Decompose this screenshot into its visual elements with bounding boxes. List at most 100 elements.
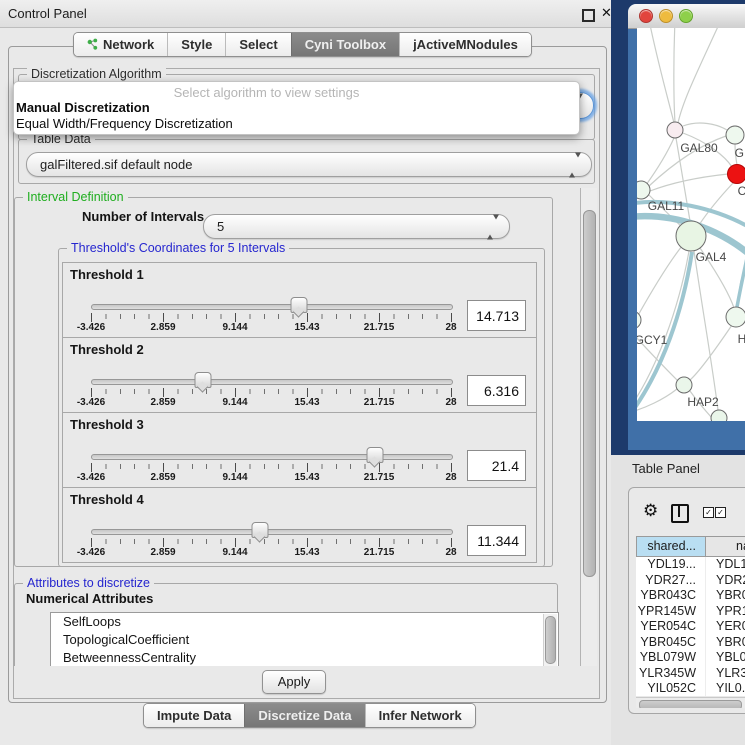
network-node-g[interactable]	[726, 126, 744, 144]
network-graph: GAL80G.CGAL11GAL4GCY1HHAP2	[637, 28, 745, 421]
cell-name[interactable]: YPR1...	[706, 604, 745, 620]
network-node[interactable]	[711, 410, 727, 421]
dropdown-option-equal-width-frequency[interactable]: Equal Width/Frequency Discretization	[16, 116, 233, 131]
cell-name[interactable]: YER0...	[706, 619, 745, 635]
node-attribute-table: shared... na... YDL19...YDL1...YDR27...Y…	[636, 536, 745, 708]
network-node-c[interactable]	[728, 165, 745, 184]
numerical-attributes-list[interactable]: SelfLoopsTopologicalCoefficientBetweenne…	[50, 612, 559, 666]
column-header-shared-name[interactable]: shared...	[636, 536, 706, 557]
zoom-traffic-light-icon[interactable]	[679, 9, 693, 23]
gear-icon[interactable]: ⚙	[643, 501, 658, 521]
threshold-1-slider-track[interactable]	[91, 304, 453, 310]
tab-network[interactable]: Network	[74, 33, 167, 56]
checkbox-icon[interactable]: ✓	[715, 507, 726, 518]
column-header-name[interactable]: na...	[706, 536, 745, 557]
cell-shared-name[interactable]: YBR045C	[636, 635, 706, 651]
slider-minor-ticks	[91, 314, 452, 319]
cell-shared-name[interactable]: YLR345W	[636, 666, 706, 682]
network-node-gal4[interactable]	[676, 221, 706, 251]
table-row[interactable]: YDR27...YDR2...	[636, 573, 745, 589]
threshold-2-slider-track[interactable]	[91, 379, 453, 385]
minimize-traffic-light-icon[interactable]	[659, 9, 673, 23]
apply-button[interactable]: Apply	[262, 670, 326, 694]
cell-shared-name[interactable]: YPR145W	[636, 604, 706, 620]
threshold-2-value-field[interactable]: 6.316	[467, 375, 526, 406]
tab-select[interactable]: Select	[225, 33, 290, 56]
network-edge	[637, 246, 682, 328]
network-node-hap2[interactable]	[676, 377, 692, 393]
table-row[interactable]: YER054CYER0...	[636, 619, 745, 635]
cell-shared-name[interactable]: YIL052C	[636, 681, 706, 696]
cell-name[interactable]: YLR3...	[706, 666, 745, 682]
slider-tick-label: -3.426	[61, 322, 121, 333]
table-data-combobox[interactable]: galFiltered.sif default node	[26, 152, 592, 177]
table-hscrollbar-thumb[interactable]	[639, 700, 742, 709]
slider-major-tick	[235, 463, 236, 472]
network-node-gcy1[interactable]	[637, 311, 641, 329]
float-window-button[interactable]	[582, 9, 595, 22]
tab-infer-network[interactable]: Infer Network	[365, 704, 475, 727]
table-row[interactable]: YIL052CYIL0...	[636, 681, 745, 696]
table-row[interactable]: YBL079WYBL0...	[636, 650, 745, 666]
slider-major-tick	[379, 463, 380, 472]
cell-name[interactable]: YIL0...	[706, 681, 745, 696]
threshold-panel-3: Threshold 3-3.4262.8599.14415.4321.71528…	[62, 412, 537, 488]
slider-tick-label: 15.43	[277, 397, 337, 408]
table-row[interactable]: YPR145WYPR1...	[636, 604, 745, 620]
attributes-scrollbar[interactable]	[543, 614, 557, 666]
network-node-h[interactable]	[726, 307, 745, 327]
cell-shared-name[interactable]: YBL079W	[636, 650, 706, 666]
network-canvas[interactable]: GAL80G.CGAL11GAL4GCY1HHAP2	[637, 28, 745, 421]
cell-name[interactable]: YDR2...	[706, 573, 745, 589]
table-horizontal-scrollbar[interactable]	[636, 697, 745, 708]
threshold-4-slider-thumb[interactable]	[252, 522, 269, 538]
cell-name[interactable]: YBL0...	[706, 650, 745, 666]
threshold-3-slider-track[interactable]	[91, 454, 453, 460]
cell-shared-name[interactable]: YBR043C	[636, 588, 706, 604]
settings-vertical-scrollbar[interactable]	[580, 188, 597, 666]
tab-jactivemnodules[interactable]: jActiveMNodules	[399, 33, 531, 56]
settings-scrollbar-thumb[interactable]	[583, 210, 596, 577]
attributes-scrollbar-thumb[interactable]	[545, 616, 556, 664]
threshold-3-value-field[interactable]: 21.4	[467, 450, 526, 481]
cell-shared-name[interactable]: YDR27...	[636, 573, 706, 589]
threshold-1-slider-thumb[interactable]	[290, 297, 307, 313]
threshold-panel-1: Threshold 1-3.4262.8599.14415.4321.71528…	[62, 262, 537, 338]
tab-discretize-data[interactable]: Discretize Data	[244, 704, 364, 727]
network-node-gal80[interactable]	[667, 122, 683, 138]
combo-stepper-icon	[569, 157, 581, 172]
table-row[interactable]: YBR045CYBR0...	[636, 635, 745, 651]
table-row[interactable]: YDL19...YDL1...	[636, 557, 745, 573]
threshold-4-slider-track[interactable]	[91, 529, 453, 535]
dropdown-option-manual-discretization[interactable]: Manual Discretization	[16, 100, 150, 115]
threshold-2-slider-thumb[interactable]	[194, 372, 211, 388]
slider-major-tick	[91, 313, 92, 322]
tab-style[interactable]: Style	[167, 33, 225, 56]
attributes-group-title: Attributes to discretize	[23, 576, 154, 590]
cell-shared-name[interactable]: YDL19...	[636, 557, 706, 573]
tab-label-impute-data: Impute Data	[157, 704, 231, 727]
cell-name[interactable]: YBR0...	[706, 635, 745, 651]
cell-name[interactable]: YBR0...	[706, 588, 745, 604]
num-intervals-combobox[interactable]: 5	[203, 214, 510, 239]
dropdown-placeholder-option[interactable]: Select algorithm to view settings	[14, 85, 519, 100]
cell-shared-name[interactable]: YER054C	[636, 619, 706, 635]
threshold-3-slider-thumb[interactable]	[367, 447, 384, 463]
close-traffic-light-icon[interactable]	[639, 9, 653, 23]
network-edge	[674, 28, 675, 122]
cell-name[interactable]: YDL1...	[706, 557, 745, 573]
tab-cyni-toolbox[interactable]: Cyni Toolbox	[291, 33, 399, 56]
slider-major-tick	[451, 388, 452, 397]
network-node-gal11[interactable]	[637, 181, 650, 199]
threshold-1-value-field[interactable]: 14.713	[467, 300, 526, 331]
attribute-item-betweennesscentrality[interactable]: BetweennessCentrality	[51, 649, 558, 666]
split-view-icon[interactable]	[671, 504, 689, 523]
checkbox-icon[interactable]: ✓	[703, 507, 714, 518]
attribute-item-selfloops[interactable]: SelfLoops	[51, 613, 558, 631]
attribute-item-topologicalcoefficient[interactable]: TopologicalCoefficient	[51, 631, 558, 649]
tab-impute-data[interactable]: Impute Data	[144, 704, 244, 727]
threshold-4-value-field[interactable]: 11.344	[467, 525, 526, 556]
table-row[interactable]: YLR345WYLR3...	[636, 666, 745, 682]
network-edge	[690, 325, 732, 380]
table-row[interactable]: YBR043CYBR0...	[636, 588, 745, 604]
